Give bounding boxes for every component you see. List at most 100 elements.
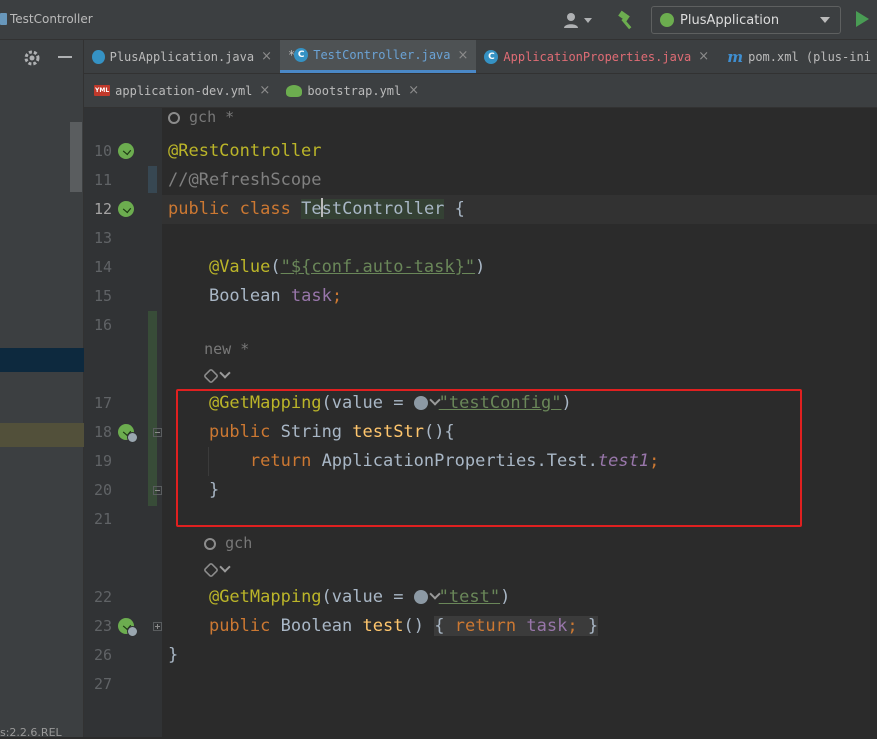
tab-plusapplication[interactable]: PlusApplication.java × bbox=[84, 40, 280, 73]
type: Boolean bbox=[280, 616, 353, 636]
selected-tree-row[interactable] bbox=[0, 348, 84, 372]
chevron-down-icon bbox=[584, 17, 592, 23]
author-hint-text: gch * bbox=[189, 108, 235, 126]
change-marker bbox=[148, 311, 157, 506]
code-line-26[interactable]: } bbox=[168, 641, 178, 670]
endpoints-icon bbox=[203, 368, 220, 384]
tab-application-dev-yml[interactable]: YML application-dev.yml × bbox=[84, 74, 278, 107]
code-line-22[interactable]: @GetMapping(value = "test") bbox=[168, 583, 510, 612]
tab-bootstrap-yml[interactable]: bootstrap.yml × bbox=[278, 74, 427, 107]
line-number: 11 bbox=[93, 171, 112, 189]
annotation: @GetMapping bbox=[208, 587, 322, 607]
author-hint-text: new * bbox=[204, 340, 250, 358]
globe-icon[interactable] bbox=[413, 590, 428, 604]
web-globe-icon bbox=[127, 626, 138, 637]
code-line-15[interactable]: Boolean task; bbox=[168, 282, 342, 311]
spring-bean-icon[interactable] bbox=[118, 143, 134, 159]
spring-bean-icon[interactable] bbox=[118, 201, 134, 217]
keyword: class bbox=[239, 199, 291, 219]
author-hint-text: gch bbox=[225, 534, 253, 552]
line-number: 13 bbox=[93, 229, 112, 247]
close-icon[interactable]: × bbox=[261, 49, 272, 64]
breadcrumb-label: TestController bbox=[10, 12, 93, 26]
tab-applicationproperties[interactable]: C ApplicationProperties.java × bbox=[476, 40, 719, 73]
gear-icon[interactable] bbox=[22, 48, 42, 68]
close-icon[interactable]: × bbox=[458, 48, 469, 63]
run-configuration-select[interactable]: PlusApplication bbox=[651, 6, 841, 34]
code-text: () bbox=[403, 616, 424, 636]
line-number: 14 bbox=[93, 258, 112, 276]
fold-icon[interactable] bbox=[153, 428, 162, 437]
tab-label: PlusApplication.java bbox=[109, 49, 255, 64]
run-icon[interactable] bbox=[856, 11, 869, 27]
annotation: @Value bbox=[208, 257, 271, 277]
tab-pom[interactable]: m pom.xml (plus-ini bbox=[719, 40, 877, 73]
line-number: 23 bbox=[93, 617, 112, 635]
title-bar: TestController PlusApplication bbox=[0, 0, 877, 40]
line-number: 26 bbox=[93, 646, 112, 664]
panel-scrollbar[interactable] bbox=[70, 122, 82, 192]
fold-icon[interactable] bbox=[153, 486, 162, 495]
keyword: return bbox=[454, 616, 517, 636]
author-icon bbox=[168, 112, 180, 124]
spring-boot-icon bbox=[660, 13, 674, 27]
endpoint-hint[interactable] bbox=[168, 558, 231, 582]
field: task bbox=[290, 286, 332, 306]
line-number: 16 bbox=[93, 316, 112, 334]
tab-testcontroller[interactable]: * C TestController.java × bbox=[280, 40, 477, 73]
close-icon[interactable]: × bbox=[408, 83, 419, 98]
tab-label: TestController.java bbox=[313, 48, 451, 62]
unfold-icon[interactable] bbox=[153, 622, 162, 631]
highlight-box bbox=[176, 389, 802, 527]
minimize-icon[interactable] bbox=[58, 56, 72, 58]
close-icon[interactable]: × bbox=[698, 49, 709, 64]
editor-tabs-row-2: YML application-dev.yml × bootstrap.yml … bbox=[84, 74, 877, 108]
editor-tabs-row-1: PlusApplication.java × * C TestControlle… bbox=[84, 40, 877, 74]
maven-icon: m bbox=[727, 47, 744, 66]
string-literal: "${conf.auto-task}" bbox=[280, 257, 476, 277]
class-name-part: stController bbox=[321, 199, 445, 219]
endpoint-hint[interactable] bbox=[168, 364, 231, 388]
line-number: 10 bbox=[93, 142, 112, 160]
author-icon bbox=[204, 538, 217, 550]
author-hint[interactable]: gch * bbox=[168, 108, 234, 137]
tab-label: pom.xml (plus-ini bbox=[748, 49, 871, 64]
endpoints-icon bbox=[203, 562, 220, 578]
tab-label: bootstrap.yml bbox=[307, 83, 402, 98]
brace: { bbox=[454, 199, 465, 219]
type: Boolean bbox=[208, 286, 281, 306]
line-number: 27 bbox=[93, 675, 112, 693]
comment: //@RefreshScope bbox=[168, 170, 322, 190]
close-icon[interactable]: × bbox=[259, 83, 270, 98]
chevron-down-icon bbox=[219, 367, 231, 379]
yml-icon: YML bbox=[94, 85, 111, 96]
chevron-down-icon bbox=[820, 17, 830, 23]
line-number: 12 bbox=[93, 200, 112, 218]
code-line-12[interactable]: public class TestController { bbox=[168, 195, 465, 224]
code-line-10[interactable]: @RestController bbox=[168, 137, 322, 166]
breadcrumb[interactable]: TestController bbox=[0, 12, 93, 26]
code-text: ) bbox=[500, 587, 511, 607]
change-marker bbox=[148, 166, 157, 193]
class-name-part: Te bbox=[301, 199, 322, 219]
spring-boot-icon bbox=[286, 84, 303, 97]
user-menu-button[interactable] bbox=[563, 10, 599, 30]
build-hammer-icon[interactable] bbox=[616, 9, 638, 31]
tab-label: application-dev.yml bbox=[115, 83, 253, 98]
code-line-14[interactable]: @Value("${conf.auto-task}") bbox=[168, 253, 485, 282]
panel-bottom-text: s:2.2.6.REL bbox=[0, 726, 62, 739]
brace: } bbox=[587, 616, 599, 636]
spring-class-icon bbox=[92, 49, 105, 64]
class-icon: C bbox=[484, 49, 499, 64]
folded-region[interactable]: { return task; } bbox=[434, 616, 599, 636]
punctuation: ; bbox=[331, 286, 343, 306]
code-line-23[interactable]: public Boolean test() { return task; } bbox=[168, 612, 599, 641]
line-number: 22 bbox=[93, 588, 112, 606]
brace: { bbox=[434, 616, 445, 636]
code-line-11[interactable]: //@RefreshScope bbox=[168, 166, 322, 195]
line-number: 20 bbox=[93, 481, 112, 499]
highlighted-tree-row[interactable] bbox=[0, 423, 84, 447]
class-icon: C bbox=[294, 48, 309, 62]
field: task bbox=[526, 616, 568, 636]
file-icon bbox=[0, 13, 7, 25]
